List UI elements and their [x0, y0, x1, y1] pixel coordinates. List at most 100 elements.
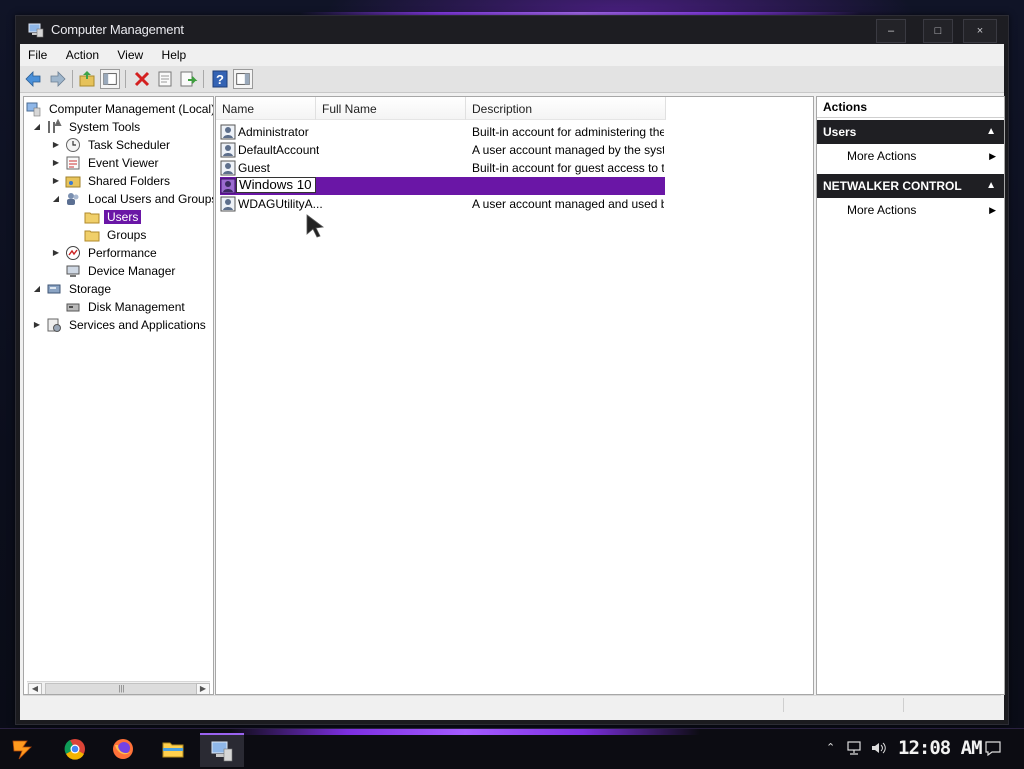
- expand-arrow-icon[interactable]: ▶: [51, 158, 61, 168]
- tree-item-shared-folders[interactable]: ▶ Shared Folders: [53, 173, 173, 190]
- scroll-right-icon[interactable]: ▶: [196, 683, 210, 694]
- toolbar-separator: [203, 70, 204, 88]
- menu-help[interactable]: Help: [154, 44, 194, 62]
- more-actions-item[interactable]: More Actions ▶: [817, 144, 1004, 168]
- computer-management-icon: [211, 741, 233, 762]
- column-header-full-name[interactable]: Full Name: [316, 97, 466, 120]
- submenu-arrow-icon: ▶: [989, 205, 996, 215]
- taskbar-accent-glow: [230, 729, 700, 735]
- collapse-caret-icon[interactable]: ▲: [986, 120, 996, 144]
- tree-item-task-scheduler[interactable]: ▶ Task Scheduler: [53, 137, 173, 154]
- content-area: Computer Management (Local) ◢ System Too…: [20, 93, 1005, 720]
- cell-description: Built-in account for administering the .…: [472, 125, 664, 139]
- action-label: More Actions: [847, 149, 917, 163]
- taskbar-clock[interactable]: 12:08 AM: [898, 737, 983, 759]
- expand-arrow-icon[interactable]: ▶: [51, 140, 61, 150]
- tree-item-storage[interactable]: ◢ Storage: [34, 281, 114, 298]
- tree-item-label: Computer Management (Local): [49, 102, 214, 116]
- shared-folder-icon: [65, 176, 81, 188]
- chrome-icon[interactable]: [62, 737, 88, 761]
- actions-section-users[interactable]: Users ▲: [817, 120, 1004, 144]
- maximize-button[interactable]: □: [923, 19, 953, 43]
- tree-item-label: Performance: [88, 246, 157, 260]
- collapse-arrow-icon[interactable]: ◢: [32, 284, 42, 294]
- table-row[interactable]: Guest Built-in account for guest access …: [220, 159, 665, 177]
- table-row-selected[interactable]: [220, 177, 665, 195]
- column-header-name[interactable]: Name: [216, 97, 316, 120]
- actions-section-netwalker[interactable]: NETWALKER CONTROL ▲: [817, 174, 1004, 198]
- tree-item-label: Device Manager: [88, 264, 176, 278]
- cell-name: Administrator: [238, 125, 309, 139]
- tree-item-label: Disk Management: [88, 300, 185, 314]
- tree-item-system-tools[interactable]: ◢ System Tools: [34, 119, 143, 136]
- horizontal-scrollbar[interactable]: ◀ ||| ▶: [27, 681, 210, 694]
- table-row[interactable]: DefaultAccount A user account managed by…: [220, 141, 665, 159]
- close-button[interactable]: ×: [963, 19, 997, 43]
- show-hide-tree-icon[interactable]: [100, 69, 120, 89]
- folder-icon: [84, 230, 100, 242]
- event-viewer-icon: [66, 156, 80, 170]
- up-folder-icon[interactable]: [77, 69, 97, 89]
- table-row[interactable]: WDAGUtilityA... A user account managed a…: [220, 195, 665, 213]
- collapse-caret-icon[interactable]: ▲: [986, 174, 996, 198]
- menu-file[interactable]: File: [20, 44, 54, 62]
- tree-item-event-viewer[interactable]: ▶ Event Viewer: [53, 155, 161, 172]
- console-tree: Computer Management (Local) ◢ System Too…: [23, 96, 214, 695]
- mouse-cursor-icon: [306, 214, 325, 238]
- table-row[interactable]: Administrator Built-in account for admin…: [220, 123, 665, 141]
- taskbar-active-app[interactable]: [200, 733, 244, 767]
- users-group-icon: [67, 193, 79, 205]
- notifications-icon[interactable]: [984, 740, 1002, 756]
- toolbar: ?: [20, 66, 1004, 93]
- tree-item-users[interactable]: Users: [84, 209, 142, 226]
- volume-icon[interactable]: [870, 740, 888, 756]
- storage-icon: [47, 284, 61, 294]
- help-icon[interactable]: ?: [210, 69, 230, 89]
- title-bar[interactable]: Computer Management – □ ×: [16, 16, 1008, 44]
- firefox-icon[interactable]: [110, 737, 136, 761]
- tree-item-groups[interactable]: Groups: [84, 227, 149, 244]
- export-list-icon[interactable]: [178, 69, 198, 89]
- more-actions-item[interactable]: More Actions ▶: [817, 198, 1004, 222]
- network-icon[interactable]: [846, 740, 864, 756]
- tree-item-services-applications[interactable]: ▶ Services and Applications: [34, 317, 209, 334]
- show-hidden-icons-icon[interactable]: ⌃: [826, 741, 835, 754]
- section-title: NETWALKER CONTROL: [823, 179, 962, 193]
- menu-view[interactable]: View: [109, 44, 150, 62]
- back-arrow-icon[interactable]: [24, 69, 44, 89]
- status-divider: [903, 698, 904, 712]
- section-title: Users: [823, 125, 857, 139]
- svg-text:?: ?: [216, 72, 224, 87]
- tree-item-disk-management[interactable]: Disk Management: [66, 299, 188, 316]
- start-icon[interactable]: [10, 737, 36, 761]
- toolbar-separator: [72, 70, 73, 88]
- user-icon: [220, 178, 236, 194]
- tree-item-root[interactable]: Computer Management (Local): [26, 101, 214, 118]
- scroll-left-icon[interactable]: ◀: [28, 683, 42, 694]
- tree-item-local-users-groups[interactable]: ◢ Local Users and Groups: [53, 191, 213, 208]
- show-hide-action-pane-icon[interactable]: [233, 69, 253, 89]
- tree-item-label: Shared Folders: [88, 174, 171, 188]
- delete-icon[interactable]: [132, 69, 152, 89]
- expand-arrow-icon[interactable]: ▶: [51, 176, 61, 186]
- expand-arrow-icon[interactable]: ▶: [51, 248, 61, 258]
- tree-item-performance[interactable]: ▶ Performance: [53, 245, 160, 262]
- cell-description: Built-in account for guest access to th.…: [472, 161, 664, 175]
- expand-arrow-icon[interactable]: ▶: [32, 320, 42, 330]
- computer-management-icon: [26, 102, 41, 117]
- menu-bar: File Action View Help: [20, 44, 1004, 66]
- minimize-button[interactable]: –: [876, 19, 906, 43]
- collapse-arrow-icon[interactable]: ◢: [32, 122, 42, 132]
- menu-action[interactable]: Action: [58, 44, 106, 62]
- column-header-description[interactable]: Description: [466, 97, 666, 120]
- collapse-arrow-icon[interactable]: ◢: [51, 194, 61, 204]
- tree-item-label: Storage: [69, 282, 112, 296]
- forward-arrow-icon[interactable]: [47, 69, 67, 89]
- action-label: More Actions: [847, 203, 917, 217]
- properties-icon[interactable]: [155, 69, 175, 89]
- scroll-thumb[interactable]: |||: [45, 683, 198, 694]
- file-explorer-icon[interactable]: [160, 737, 186, 761]
- rename-user-input[interactable]: [236, 177, 316, 193]
- device-manager-icon: [66, 265, 80, 277]
- tree-item-device-manager[interactable]: Device Manager: [66, 263, 178, 280]
